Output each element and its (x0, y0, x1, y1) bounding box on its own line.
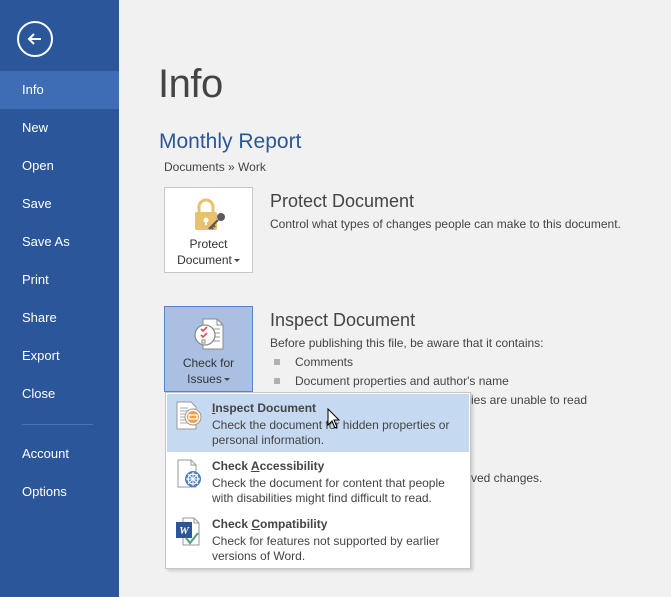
inspect-document-icon (176, 401, 202, 430)
protect-button-label-1: Protect (189, 237, 228, 251)
sidebar-item-open[interactable]: Open (0, 147, 119, 185)
menu-item-title: Check Compatibility (212, 517, 327, 531)
check-accessibility-icon (177, 459, 201, 488)
menu-item-title-text: ompatibility (260, 517, 328, 531)
sidebar-item-account[interactable]: Account (0, 435, 119, 473)
issues-button-label-2: Issues (165, 371, 252, 387)
menu-item-title: Check Accessibility (212, 459, 324, 473)
bullet-text: Comments (295, 355, 354, 369)
access-key: C (251, 517, 261, 531)
protect-button-label-text: Document (177, 253, 232, 267)
menu-item-title-text: Check (212, 459, 251, 473)
sidebar-item-info[interactable]: Info (0, 71, 119, 109)
mouse-pointer-icon (327, 408, 341, 429)
menu-item-title-text: nspect Document (215, 401, 317, 415)
sidebar-divider (22, 424, 93, 425)
protect-button-label-2: Document (165, 252, 252, 268)
menu-item-check-accessibility[interactable]: Check Accessibility Check the document f… (167, 452, 469, 510)
menu-item-inspect-document[interactable]: Inspect Document Check the document for … (167, 394, 469, 452)
svg-text:W: W (179, 525, 190, 537)
document-title: Monthly Report (159, 130, 302, 153)
backstage-sidebar: Info New Open Save Save As Print Share E… (0, 0, 119, 597)
sidebar-item-save[interactable]: Save (0, 185, 119, 223)
check-for-issues-menu: Inspect Document Check the document for … (165, 392, 471, 569)
menu-item-title-text: Check (212, 517, 252, 531)
sidebar-item-print[interactable]: Print (0, 261, 119, 299)
protect-section-description: Control what types of changes people can… (270, 217, 621, 231)
sidebar-item-share[interactable]: Share (0, 299, 119, 337)
sidebar-item-new[interactable]: New (0, 109, 119, 147)
access-key: A (250, 459, 260, 473)
check-for-issues-button[interactable]: Check for Issues (164, 306, 253, 392)
bullet-square-icon (274, 378, 280, 384)
inspect-partial-text: ved changes. (471, 471, 543, 485)
menu-item-title-text: ccessibility (259, 459, 325, 473)
dropdown-caret-icon (223, 378, 230, 382)
issues-button-label-1: Check for (182, 356, 235, 370)
back-arrow-icon (27, 33, 41, 45)
menu-item-check-compatibility[interactable]: W Check Compatibility Check for features… (167, 510, 469, 568)
menu-item-description: Check the document for content that peop… (212, 476, 445, 505)
dropdown-caret-icon (233, 259, 240, 263)
bullet-text: Document properties and author's name (295, 374, 509, 388)
inspect-section-title: Inspect Document (270, 310, 416, 330)
menu-item-title: Inspect Document (212, 401, 316, 415)
sidebar-item-options[interactable]: Options (0, 473, 119, 511)
back-button[interactable] (17, 21, 53, 57)
protect-document-button[interactable]: Protect Document (164, 187, 253, 273)
issues-button-label-text: Issues (187, 372, 222, 386)
sidebar-item-close[interactable]: Close (0, 375, 119, 413)
breadcrumb[interactable]: Documents » Work (164, 160, 266, 174)
sidebar-item-save-as[interactable]: Save As (0, 223, 119, 261)
page-title: Info (158, 62, 223, 106)
bullet-square-icon (274, 359, 280, 365)
lock-key-icon (194, 198, 225, 230)
menu-item-description: Check for features not supported by earl… (212, 534, 440, 563)
check-compatibility-icon: W (176, 517, 200, 546)
checklist-icon (193, 318, 223, 350)
sidebar-item-export[interactable]: Export (0, 337, 119, 375)
inspect-section-description: Before publishing this file, be aware th… (270, 336, 544, 350)
protect-section-title: Protect Document (270, 191, 415, 211)
inspect-bullet-partial: ies are unable to read (471, 393, 588, 407)
